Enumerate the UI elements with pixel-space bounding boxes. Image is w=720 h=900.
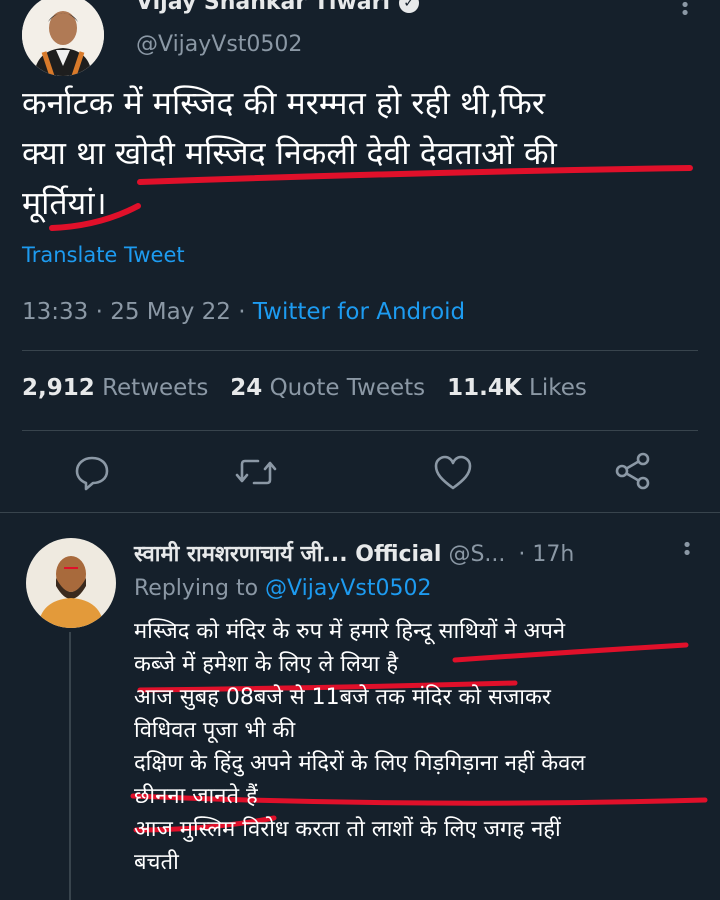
reply-author-avatar[interactable] (26, 538, 116, 628)
quote-tweets-stat[interactable]: 24 Quote Tweets (230, 375, 425, 401)
divider (22, 430, 698, 431)
replying-to: Replying to @VijayVst0502 (134, 576, 432, 601)
marker-line (49, 203, 141, 231)
reply-more-options-icon[interactable]: • • (681, 537, 693, 563)
reply-text-line: बचती (134, 850, 179, 875)
translate-tweet-link[interactable]: Translate Tweet (22, 243, 185, 267)
marker-line (137, 165, 693, 185)
tweet-time[interactable]: 13:33 (22, 299, 88, 325)
divider (0, 512, 720, 513)
replying-to-link[interactable]: @VijayVst0502 (265, 576, 431, 601)
reply-text-line: मस्जिद को मंदिर के रुप में हमारे हिन्दू … (134, 619, 566, 644)
divider (22, 350, 698, 351)
reply-author-photo (26, 538, 116, 628)
tweet-date[interactable]: 25 May 22 (110, 299, 231, 325)
retweets-stat[interactable]: 2,912 Retweets (22, 375, 208, 401)
share-icon[interactable] (612, 450, 654, 492)
reply-text-line: आज मुस्लिम विरोध करता तो लाशों के लिए जग… (134, 817, 561, 842)
retweet-icon[interactable] (234, 452, 278, 492)
reply-text-line: छीनना जानते हैं (134, 784, 258, 809)
reply-author-handle[interactable]: @S... (448, 542, 505, 567)
reply-text-line: विधिवत पूजा भी की (134, 718, 296, 743)
reply-text-line: दक्षिण के हिंदु अपने मंदिरों के लिए गिड़… (134, 751, 586, 776)
likes-stat[interactable]: 11.4K Likes (447, 375, 587, 401)
reply-author-name[interactable]: स्वामी रामशरणाचार्य जी... Official (134, 542, 441, 567)
like-icon[interactable] (432, 452, 474, 492)
tweet-stats: 2,912 Retweets 24 Quote Tweets 11.4K Lik… (22, 375, 587, 401)
tweet-meta: 13:33 · 25 May 22 · Twitter for Android (22, 299, 466, 325)
reply-icon[interactable] (72, 452, 112, 492)
tweet-source-link[interactable]: Twitter for Android (253, 299, 465, 325)
reply-time[interactable]: · 17h (518, 542, 574, 567)
reply-text-line: आज सुबह 08बजे से 11बजे तक मंदिर को सजाकर (134, 685, 551, 710)
reply-header: स्वामी रामशरणाचार्य जी... Official @S...… (134, 538, 574, 568)
reply-text-line: कब्जे में हमेशा के लिए ले लिया है (134, 652, 399, 677)
reply-text: मस्जिद को मंदिर के रुप में हमारे हिन्दू … (134, 615, 714, 879)
thread-connector (69, 632, 71, 900)
